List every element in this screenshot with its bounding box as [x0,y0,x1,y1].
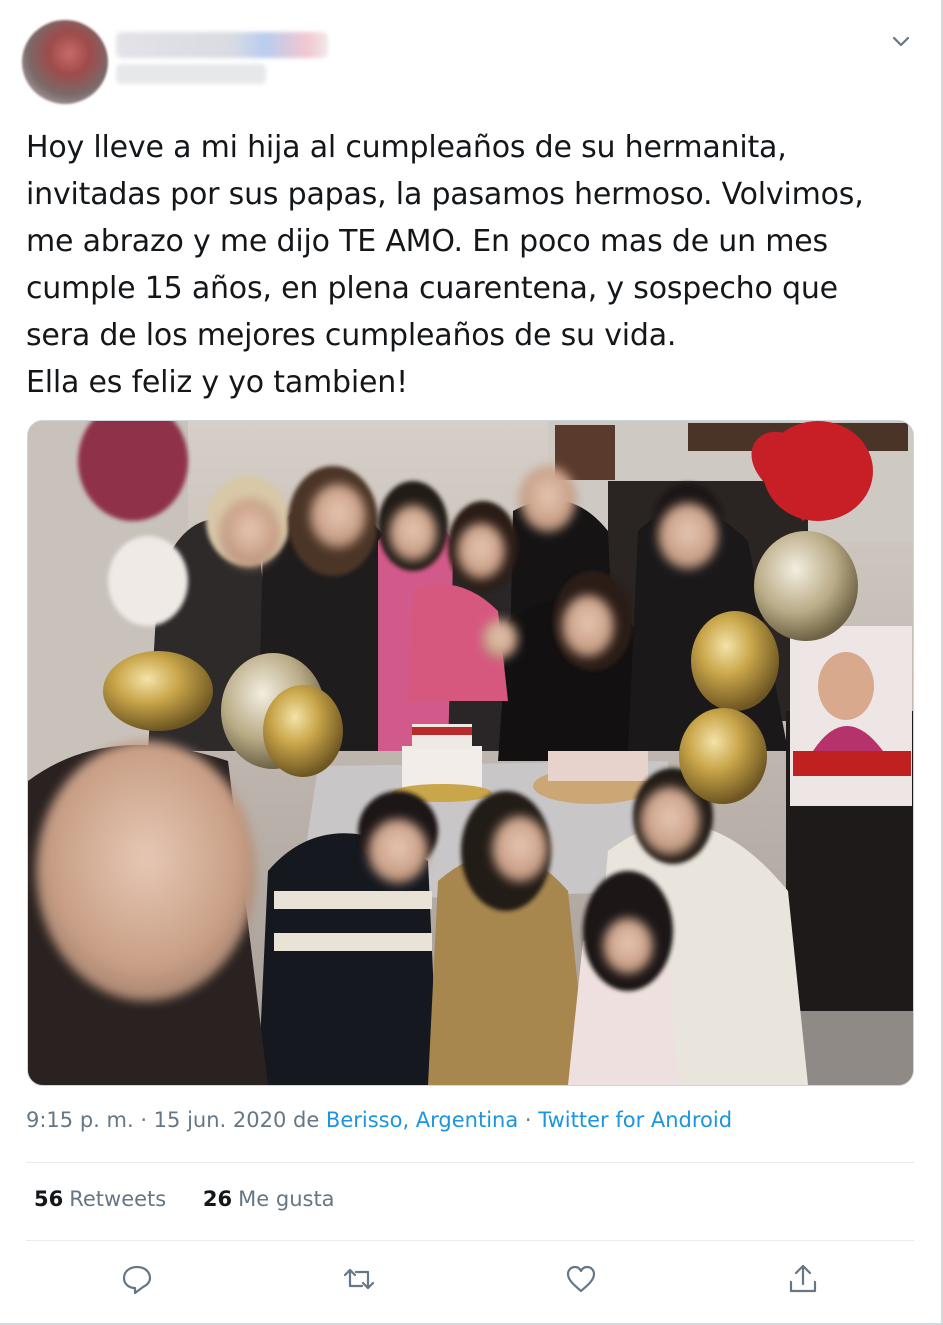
location-link[interactable]: Berisso, Argentina [326,1108,518,1132]
retweets-count: 56 [34,1187,64,1211]
reply-icon[interactable] [120,1262,154,1296]
display-name-blurred[interactable] [116,32,328,58]
avatar[interactable] [22,20,108,104]
divider [26,1240,914,1241]
likes-count: 26 [202,1187,233,1211]
chevron-down-icon[interactable] [890,30,912,52]
timestamp[interactable]: 9:15 p. m. · 15 jun. 2020 de [26,1108,326,1132]
engagement-stats: 56 Retweets 26 Me gusta [34,1187,365,1211]
handle-blurred[interactable] [116,64,266,84]
divider [26,1162,914,1163]
source-link[interactable]: Twitter for Android [538,1108,732,1132]
likes-label: Me gusta [238,1187,335,1211]
retweets-label: Retweets [69,1187,167,1211]
meta-separator: · [518,1108,539,1132]
share-icon[interactable] [786,1262,820,1296]
tweet-text: Hoy lleve a mi hija al cumpleaños de su … [26,130,864,400]
likes-stat[interactable]: 26 Me gusta [203,1187,335,1211]
retweet-icon[interactable] [342,1262,376,1296]
party-photo-image [28,421,913,1085]
heart-icon[interactable] [564,1262,598,1296]
tweet-meta: 9:15 p. m. · 15 jun. 2020 de Berisso, Ar… [26,1108,732,1132]
retweets-stat[interactable]: 56 Retweets [34,1187,166,1211]
tweet-photo[interactable] [27,420,914,1086]
